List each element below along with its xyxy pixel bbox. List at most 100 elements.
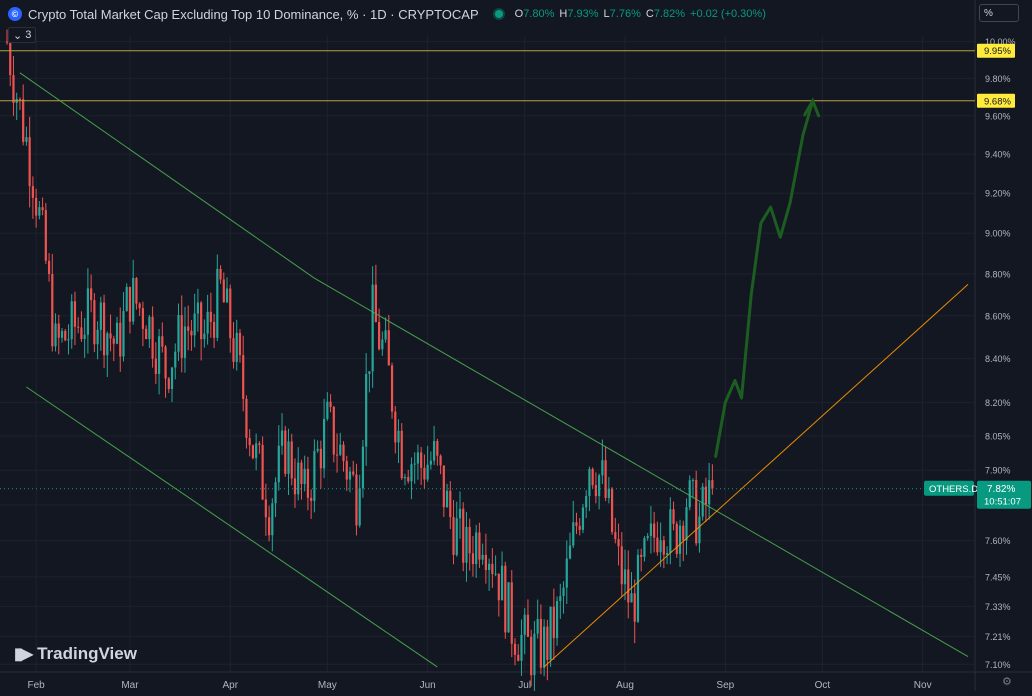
candle-body — [598, 475, 601, 497]
candle-body — [54, 323, 57, 347]
candle-body — [497, 573, 500, 601]
candle-body — [413, 463, 416, 465]
candle-body — [93, 300, 96, 345]
candle-body — [306, 468, 310, 498]
candle-body — [617, 539, 620, 547]
candle-body — [539, 618, 542, 668]
candle-body — [222, 279, 225, 303]
candle-body — [280, 430, 284, 446]
candle-body — [183, 326, 187, 358]
y-tick-label: 9.40% — [985, 150, 1011, 160]
candle-body — [610, 488, 614, 533]
candle-body — [562, 587, 565, 596]
y-tick-label: 9.80% — [985, 74, 1011, 84]
chart-title[interactable]: Crypto Total Market Cap Excluding Top 10… — [28, 7, 479, 22]
price-badge-value: 7.82% — [987, 484, 1015, 495]
candle-body — [559, 595, 562, 602]
y-tick-label: 7.45% — [985, 572, 1011, 582]
candle-body — [665, 553, 669, 555]
candle-body — [297, 462, 300, 495]
candle-body — [581, 507, 585, 530]
chart-area[interactable]: Feb Mar Apr May Jun Jul Aug Sep Oct Nov 10.00% 9.80… — [0, 0, 1032, 693]
ohlc-readout: O7.80% H7.93% L7.76% C7.82% +0.02 (+0.30… — [515, 8, 766, 20]
candle-body — [691, 479, 695, 481]
candle-body — [636, 554, 640, 622]
candle-body — [177, 315, 180, 352]
candle-body — [9, 42, 12, 76]
candle-body — [468, 526, 471, 554]
candle-body — [491, 563, 494, 575]
candle-body — [342, 444, 345, 462]
candle-body — [471, 553, 475, 565]
candle-body — [711, 480, 714, 489]
candle-body — [248, 437, 251, 446]
currency-icon[interactable]: © — [8, 7, 22, 21]
candle-body — [138, 303, 141, 309]
candle-body — [290, 441, 293, 479]
candlestick-chart[interactable]: Feb Mar Apr May Jun Jul Aug Sep Oct Nov10.00%9.80… — [0, 0, 1032, 693]
candle-body — [271, 503, 274, 536]
candle-body — [329, 401, 332, 407]
candle-body — [475, 532, 478, 565]
candle-body — [462, 508, 465, 563]
candle-body — [614, 532, 617, 540]
candle-body — [287, 441, 290, 474]
candle-body — [348, 471, 352, 480]
candle-body — [656, 537, 659, 553]
candle-body — [481, 554, 484, 560]
y-tick-label: 7.60% — [985, 536, 1011, 546]
candle-body — [90, 288, 93, 301]
candle-body — [310, 497, 313, 501]
candle-body — [322, 418, 326, 469]
candle-body — [193, 313, 196, 336]
candle-body — [452, 517, 455, 555]
candle-body — [161, 336, 164, 347]
candle-body — [365, 373, 368, 447]
candle-body — [374, 284, 377, 322]
candle-body — [604, 460, 607, 498]
candle-body — [352, 471, 355, 475]
y-tick-label: 7.21% — [985, 632, 1011, 642]
candle-body — [378, 321, 381, 350]
candle-body — [96, 329, 99, 345]
candle-body — [504, 565, 507, 633]
scale-mode-button[interactable]: % — [979, 4, 1019, 22]
tradingview-logo[interactable]: ▮▶ TradingView — [14, 644, 137, 664]
candle-body — [238, 332, 242, 356]
candle-body — [128, 287, 132, 322]
candle-body — [523, 614, 526, 635]
candle-body — [546, 626, 549, 660]
y-tick-label: 9.20% — [985, 189, 1011, 199]
candle-body — [513, 643, 517, 655]
settings-icon[interactable]: ⚙ — [1002, 675, 1012, 688]
candle-body — [407, 476, 410, 482]
candle-body — [507, 582, 510, 633]
candle-body — [381, 339, 384, 350]
candle-body — [335, 454, 339, 456]
candle-body — [232, 338, 235, 362]
candle-body — [106, 333, 109, 356]
y-tick-label: 8.20% — [985, 398, 1011, 408]
candle-body — [358, 488, 361, 526]
ohlc-open-key: O — [514, 8, 524, 20]
ohlc-low-value: 7.76% — [609, 8, 641, 20]
candle-body — [80, 327, 83, 340]
x-tick-label: Jun — [420, 680, 436, 691]
candle-body — [517, 654, 520, 661]
candle-body — [122, 310, 125, 357]
x-tick-label: Apr — [222, 680, 238, 691]
candle-body — [112, 338, 115, 344]
candle-body — [698, 516, 701, 544]
candle-body — [704, 486, 708, 505]
candle-body — [31, 186, 34, 198]
candle-body — [277, 445, 280, 483]
candle-body — [164, 346, 167, 379]
y-tick-label: 9.00% — [985, 229, 1011, 239]
candle-body — [439, 455, 442, 466]
indicators-toggle-button[interactable]: ⌄ 3 — [8, 27, 37, 43]
x-tick-label: Mar — [121, 680, 139, 691]
candle-body — [695, 479, 698, 544]
candle-body — [672, 509, 675, 524]
candle-body — [235, 332, 238, 362]
candle-body — [102, 302, 106, 356]
